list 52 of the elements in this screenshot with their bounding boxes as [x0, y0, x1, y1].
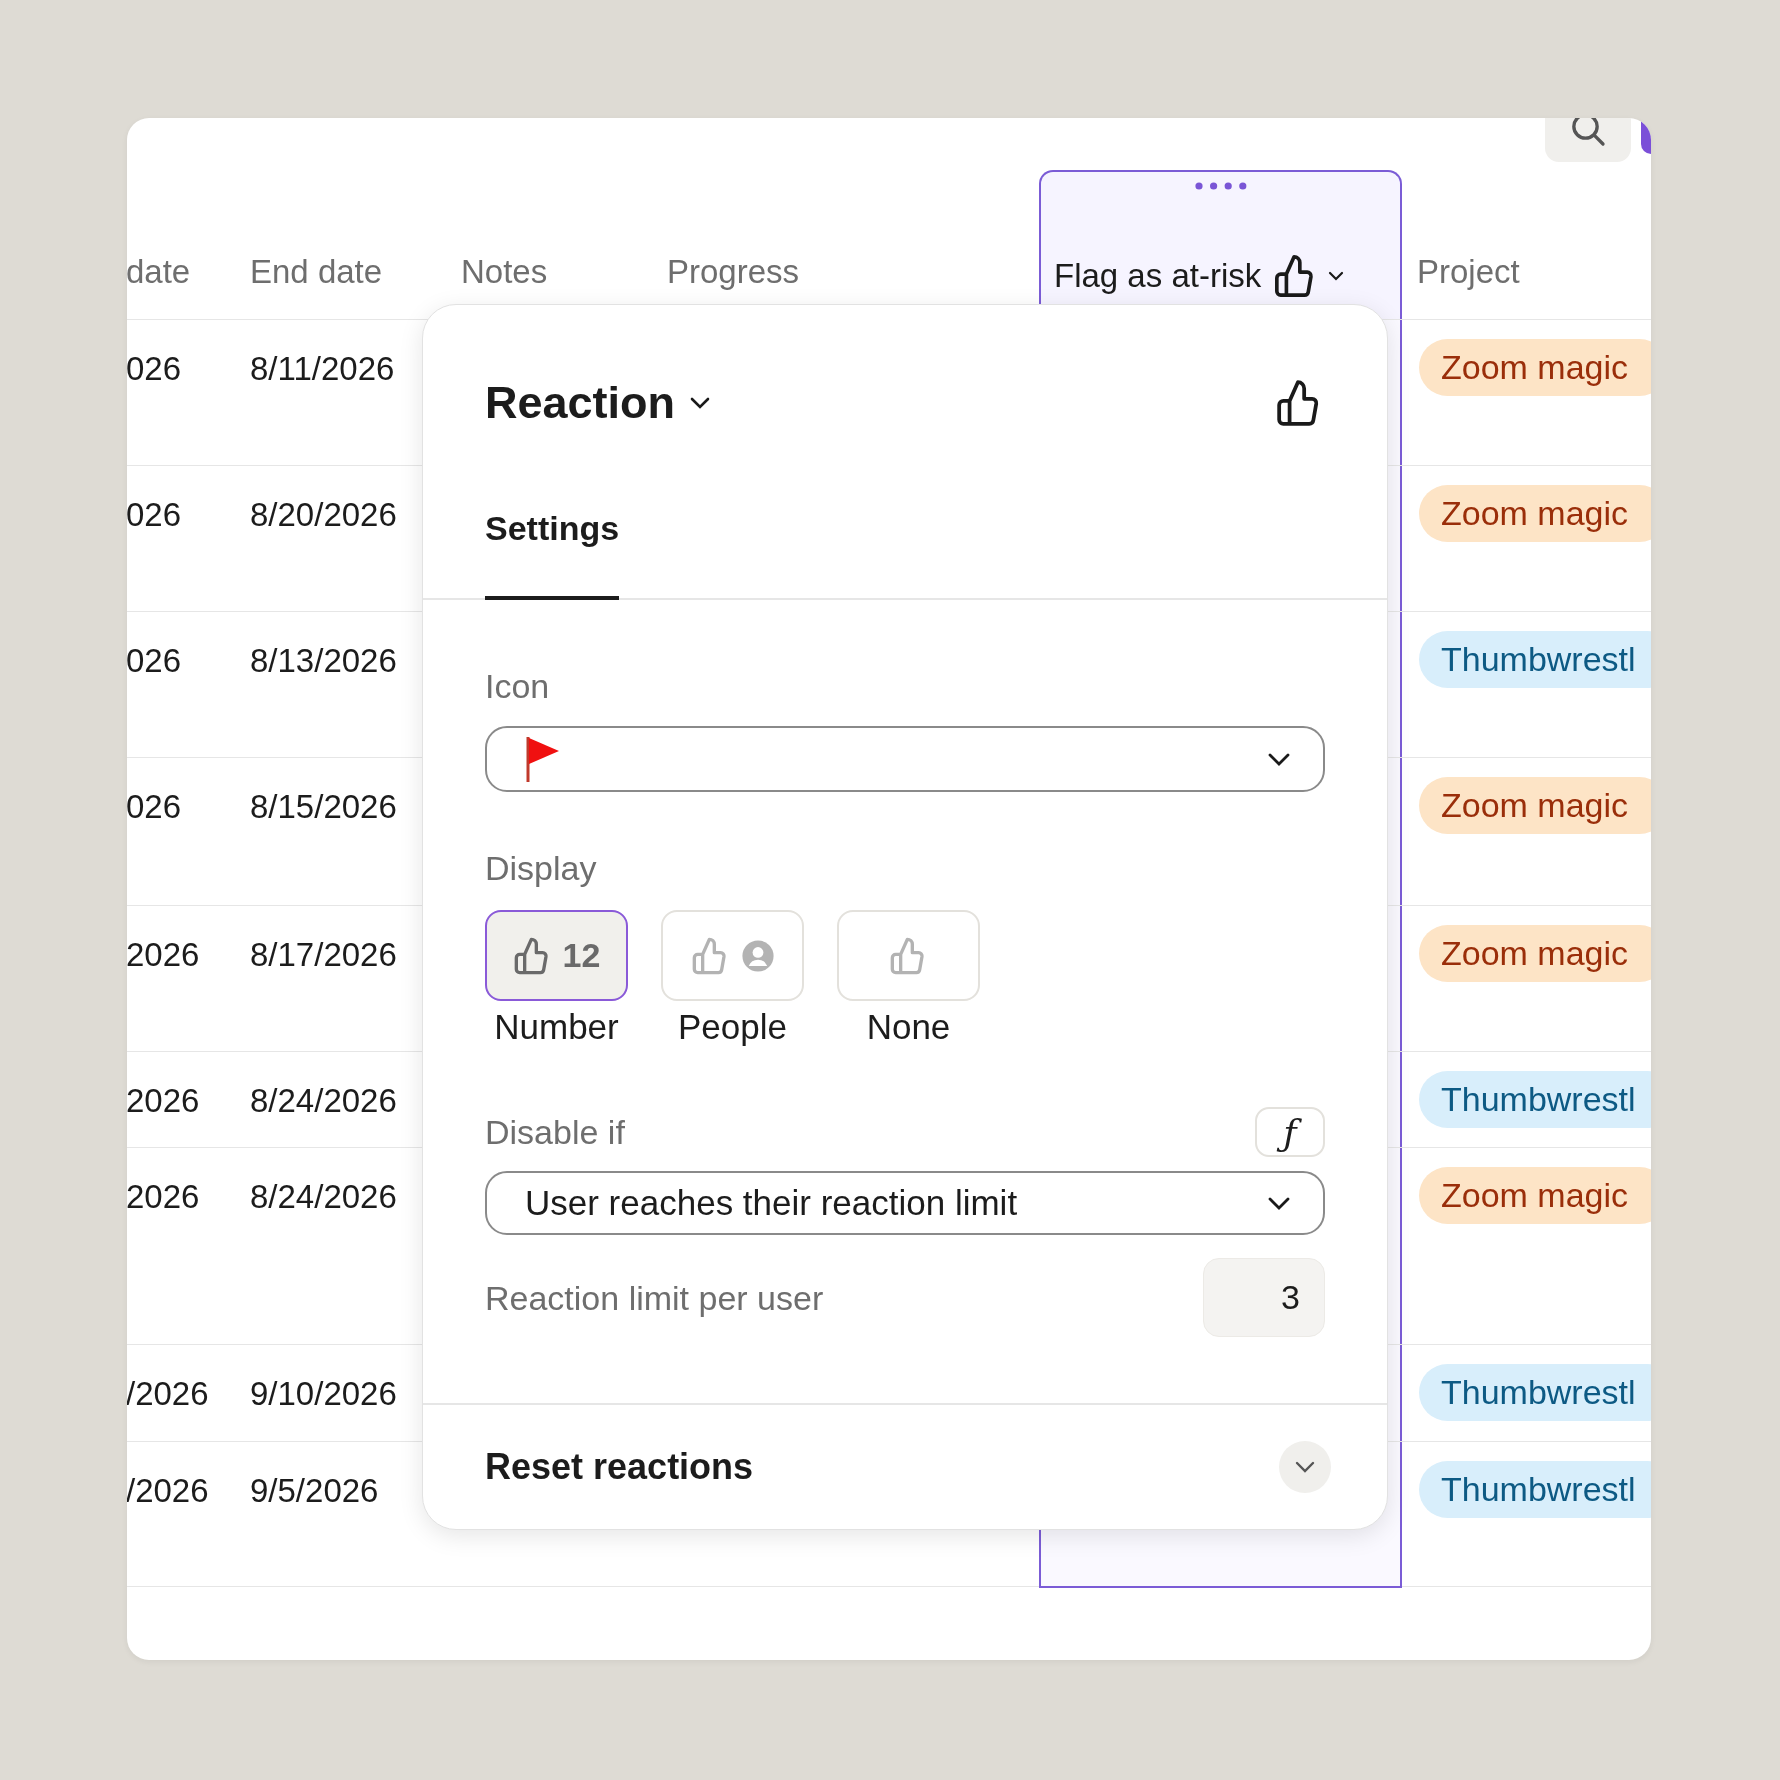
field-label: Display — [485, 848, 598, 888]
start-date-cell: 2026 — [127, 1082, 200, 1119]
column-header[interactable]: End date — [250, 253, 383, 291]
start-date-cell: 026 — [127, 496, 182, 533]
column-header[interactable]: Project — [1417, 253, 1520, 291]
start-date-cell: 026 — [127, 788, 182, 825]
column-header[interactable]: date — [127, 253, 191, 291]
column-type-dropdown[interactable]: Reaction — [485, 377, 714, 429]
option-label: None — [866, 1007, 951, 1047]
count-text: 12 — [562, 936, 601, 975]
project-tag: Zoom magic — [1419, 777, 1651, 834]
section-title[interactable]: Reset reactions — [485, 1446, 754, 1488]
end-date-cell: 8/13/2026 — [250, 642, 397, 679]
drag-handle-icon[interactable] — [1195, 182, 1247, 190]
number-field[interactable]: 3 — [1203, 1258, 1325, 1337]
field-label: Icon — [485, 666, 551, 706]
column-header-highlight[interactable]: Flag as at-risk — [1039, 170, 1402, 319]
start-date-cell: 2026 — [127, 1178, 200, 1215]
option-label: People — [678, 1007, 787, 1047]
flag-icon — [525, 735, 561, 783]
formula-button[interactable]: ƒ — [1255, 1107, 1325, 1157]
settings-tab[interactable]: Settings — [485, 509, 620, 600]
chevron-down-icon[interactable] — [1327, 269, 1346, 282]
end-date-cell: 8/20/2026 — [250, 496, 397, 533]
start-date-cell: 2026 — [127, 936, 200, 973]
end-date-cell: 9/5/2026 — [250, 1472, 379, 1509]
person-icon — [740, 938, 775, 973]
project-tag: Thumbwrestl — [1419, 1461, 1651, 1518]
project-tag: Thumbwrestl — [1419, 631, 1651, 688]
column-header[interactable]: Notes — [461, 253, 548, 291]
project-tag: Zoom magic — [1419, 925, 1651, 982]
column-header[interactable]: Flag as at-risk — [1054, 256, 1262, 295]
end-date-cell: 8/11/2026 — [250, 350, 395, 387]
field-label: Reaction limit per user — [485, 1277, 824, 1318]
end-date-cell: 8/24/2026 — [250, 1178, 397, 1215]
start-date-cell: 026 — [127, 642, 182, 679]
icon-select[interactable] — [485, 726, 1325, 792]
end-date-cell: 8/24/2026 — [250, 1082, 397, 1119]
condition-select[interactable]: User reaches their reaction limit — [485, 1171, 1325, 1235]
field-label: Disable if — [485, 1112, 625, 1152]
end-date-cell: 9/10/2026 — [250, 1375, 397, 1412]
end-date-cell: 8/17/2026 — [250, 936, 397, 973]
end-date-cell: 8/15/2026 — [250, 788, 397, 825]
display-option[interactable]: 12 — [485, 910, 628, 1001]
start-date-cell: 026 — [127, 350, 182, 387]
project-tag: Zoom magic — [1419, 485, 1651, 542]
project-tag: Thumbwrestl — [1419, 1071, 1651, 1128]
column-header[interactable]: Progress — [667, 253, 800, 291]
project-tag: Zoom magic — [1419, 339, 1651, 396]
project-tag: Zoom magic — [1419, 1167, 1651, 1224]
project-tag: Thumbwrestl — [1419, 1364, 1651, 1421]
option-label: Number — [494, 1007, 619, 1047]
